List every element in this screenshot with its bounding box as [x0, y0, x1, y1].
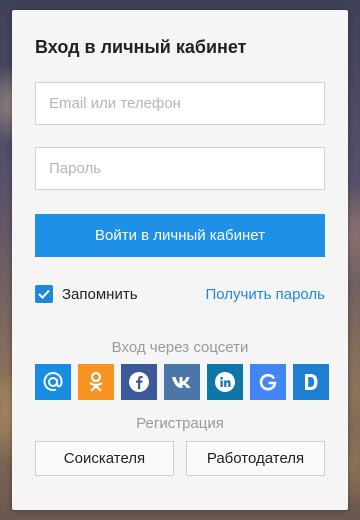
- social-buttons: [35, 364, 329, 400]
- login-card: Вход в личный кабинет Войти в личный каб…: [12, 10, 348, 510]
- facebook-icon[interactable]: [121, 364, 157, 400]
- email-field[interactable]: [35, 82, 325, 125]
- register-employer-button[interactable]: Работодателя: [186, 441, 325, 476]
- login-button[interactable]: Войти в личный кабинет: [35, 214, 325, 257]
- registration-title: Регистрация: [136, 415, 224, 432]
- google-icon[interactable]: [250, 364, 286, 400]
- linkedin-icon[interactable]: [207, 364, 243, 400]
- d-icon[interactable]: [293, 364, 329, 400]
- password-field[interactable]: [35, 147, 325, 190]
- mail-ru-icon[interactable]: [35, 364, 71, 400]
- remember-checkbox[interactable]: Запомнить: [35, 285, 138, 303]
- checkbox-checked-icon[interactable]: [35, 285, 53, 303]
- odnoklassniki-icon[interactable]: [78, 364, 114, 400]
- page-title: Вход в личный кабинет: [35, 37, 247, 57]
- remember-label: Запомнить: [62, 285, 138, 303]
- social-title: Вход через соцсети: [111, 339, 249, 356]
- register-seeker-button[interactable]: Соискателя: [35, 441, 174, 476]
- get-password-link[interactable]: Получить пароль: [206, 286, 325, 303]
- vk-icon[interactable]: [164, 364, 200, 400]
